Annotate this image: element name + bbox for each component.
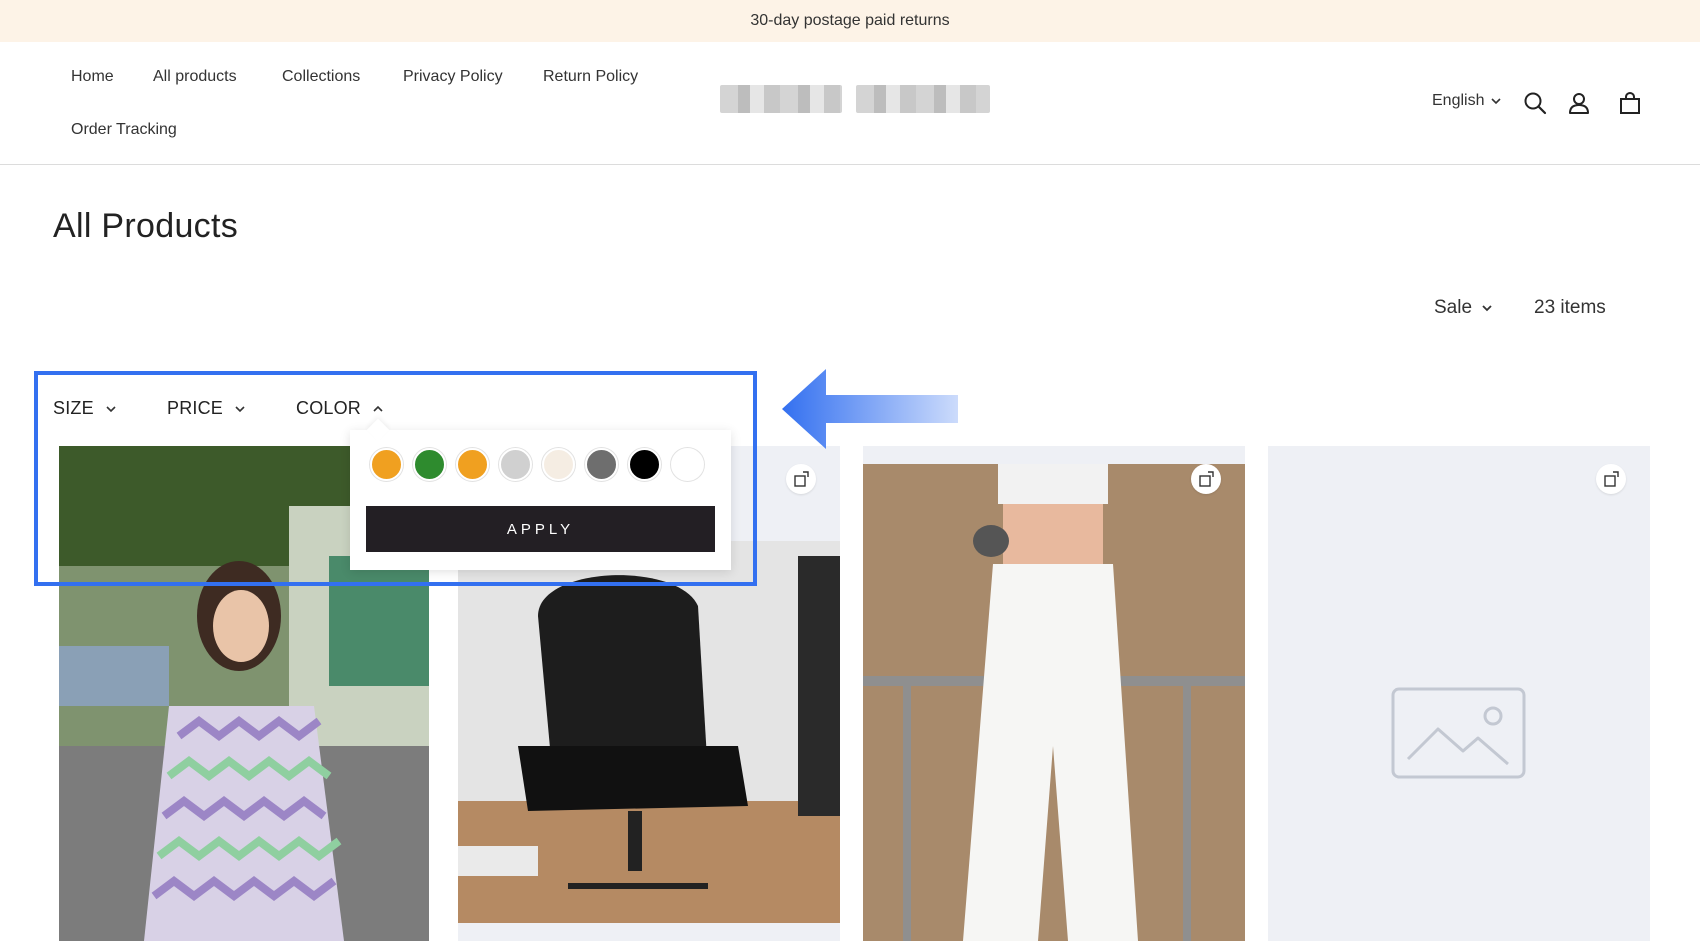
color-swatch-orange[interactable] bbox=[370, 448, 403, 481]
color-swatch-beige[interactable] bbox=[542, 448, 575, 481]
page-title: All Products bbox=[53, 207, 239, 245]
sort-label: Sale bbox=[1434, 297, 1473, 318]
nav-return-policy[interactable]: Return Policy bbox=[543, 68, 638, 86]
search-icon[interactable] bbox=[1522, 90, 1548, 116]
color-swatch-light-gray[interactable] bbox=[499, 448, 532, 481]
chevron-down-icon bbox=[1491, 98, 1502, 105]
quick-view-icon[interactable] bbox=[1596, 464, 1626, 494]
chevron-down-icon bbox=[235, 405, 245, 412]
color-swatch-green[interactable] bbox=[413, 448, 446, 481]
chevron-down-icon bbox=[1482, 305, 1492, 312]
nav-order-tracking[interactable]: Order Tracking bbox=[71, 121, 177, 139]
item-count: 23 items bbox=[1534, 297, 1606, 318]
filter-price-label: PRICE bbox=[167, 398, 224, 418]
image-placeholder-icon bbox=[1268, 446, 1650, 941]
chevron-up-icon bbox=[373, 405, 383, 412]
logo-blur-right bbox=[856, 85, 990, 113]
cart-icon[interactable] bbox=[1617, 90, 1643, 116]
logo-blur-left bbox=[720, 85, 842, 113]
filter-size[interactable]: SIZE bbox=[53, 398, 118, 419]
nav-collections[interactable]: Collections bbox=[282, 68, 360, 86]
color-swatch-orange-2[interactable] bbox=[456, 448, 489, 481]
filter-size-label: SIZE bbox=[53, 398, 94, 418]
quick-view-icon[interactable] bbox=[786, 464, 816, 494]
announcement-text: 30-day postage paid returns bbox=[750, 12, 950, 29]
nav-all-products[interactable]: All products bbox=[153, 68, 237, 86]
product-card[interactable] bbox=[1268, 446, 1650, 941]
store-logo[interactable] bbox=[720, 78, 990, 120]
nav-privacy-policy[interactable]: Privacy Policy bbox=[403, 68, 503, 86]
nav-home[interactable]: Home bbox=[71, 68, 114, 86]
site-header: Home All products Collections Privacy Po… bbox=[0, 42, 1700, 165]
language-selector[interactable]: English bbox=[1432, 92, 1502, 110]
pointer-arrow-icon bbox=[782, 369, 958, 449]
apply-button[interactable]: APPLY bbox=[366, 506, 715, 552]
product-card[interactable] bbox=[863, 446, 1245, 941]
color-swatch-white[interactable] bbox=[671, 448, 704, 481]
product-image bbox=[863, 446, 1245, 941]
quick-view-icon[interactable] bbox=[1191, 464, 1221, 494]
color-filter-popup: APPLY bbox=[350, 430, 731, 570]
filter-color-label: COLOR bbox=[296, 398, 362, 418]
filter-price[interactable]: PRICE bbox=[167, 398, 247, 419]
color-swatch-gray[interactable] bbox=[585, 448, 618, 481]
chevron-down-icon bbox=[106, 405, 116, 412]
account-icon[interactable] bbox=[1566, 90, 1592, 116]
announcement-bar: 30-day postage paid returns bbox=[0, 0, 1700, 42]
color-swatch-black[interactable] bbox=[628, 448, 661, 481]
language-label: English bbox=[1432, 92, 1485, 109]
filter-color[interactable]: COLOR bbox=[296, 398, 385, 419]
sort-dropdown[interactable]: Sale bbox=[1434, 297, 1494, 319]
